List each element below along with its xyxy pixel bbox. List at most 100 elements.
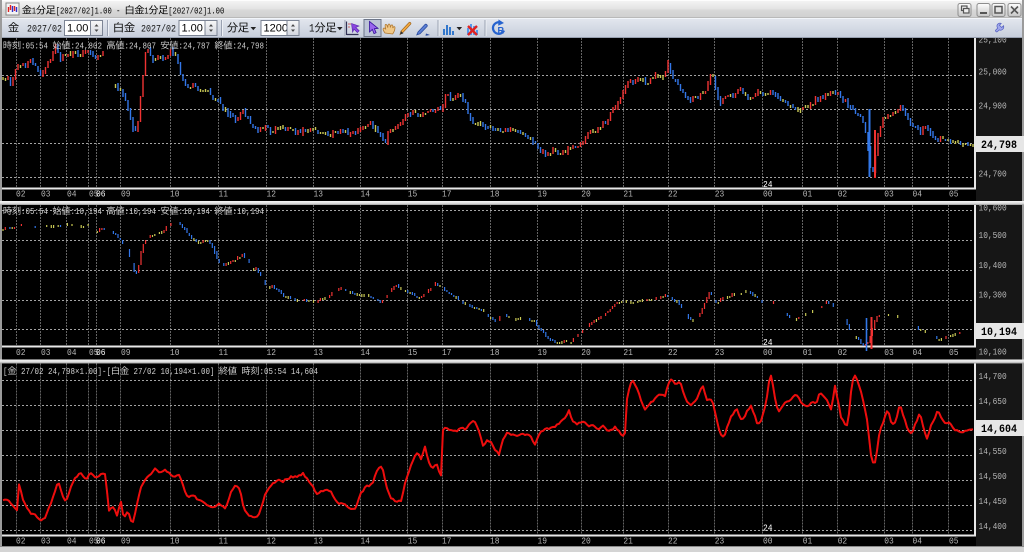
svg-text:17: 17 (442, 536, 452, 547)
svg-text::10,194: :10,194 (179, 207, 211, 217)
svg-text:24,798×1.00]-[: 24,798×1.00]-[ (48, 367, 111, 377)
svg-text:20: 20 (581, 536, 591, 547)
svg-text::10,194: :10,194 (233, 207, 265, 217)
svg-text:03: 03 (41, 347, 51, 358)
svg-text:14,400: 14,400 (979, 521, 1007, 532)
svg-text:03: 03 (884, 536, 894, 547)
svg-text:24,700: 24,700 (979, 168, 1007, 179)
svg-text:02: 02 (16, 536, 26, 547)
svg-text:09: 09 (121, 536, 131, 547)
svg-text:21: 21 (623, 189, 633, 200)
svg-text:23: 23 (715, 536, 725, 547)
svg-text:10: 10 (170, 536, 180, 547)
svg-text:09: 09 (121, 347, 131, 358)
svg-text:01: 01 (803, 536, 813, 547)
svg-text:14,650: 14,650 (979, 396, 1007, 407)
svg-text:10,194×1.00]: 10,194×1.00] (161, 367, 215, 377)
svg-text:19: 19 (538, 347, 548, 358)
svg-text:10,194: 10,194 (981, 327, 1017, 339)
svg-text:06: 06 (96, 347, 106, 358)
svg-text:[: [ (3, 367, 8, 377)
svg-text:04: 04 (913, 347, 923, 358)
svg-text:1: 1 (309, 24, 315, 36)
svg-text:03: 03 (884, 347, 894, 358)
svg-text:24: 24 (763, 523, 773, 534)
svg-text:00: 00 (763, 536, 773, 547)
svg-text:11: 11 (219, 189, 229, 200)
svg-text:03: 03 (41, 536, 51, 547)
svg-text:24,798: 24,798 (981, 140, 1017, 152)
svg-text::10,194: :10,194 (125, 207, 157, 217)
svg-text:02: 02 (838, 189, 848, 200)
svg-text:03: 03 (884, 189, 894, 200)
svg-text:02: 02 (838, 347, 848, 358)
svg-text:17: 17 (442, 189, 452, 200)
svg-text::10,194: :10,194 (71, 207, 103, 217)
svg-text:04: 04 (913, 189, 923, 200)
svg-text:23: 23 (715, 347, 725, 358)
svg-text:10,100: 10,100 (979, 346, 1007, 357)
svg-text:22: 22 (668, 189, 678, 200)
svg-text:1.00: 1.00 (182, 23, 203, 35)
svg-text:05: 05 (949, 347, 959, 358)
svg-text::24,787: :24,787 (179, 42, 211, 52)
svg-text:12: 12 (267, 536, 277, 547)
svg-text:01: 01 (803, 189, 813, 200)
svg-text:10,300: 10,300 (979, 290, 1007, 301)
svg-text:03: 03 (41, 189, 51, 200)
svg-text:15: 15 (408, 189, 418, 200)
svg-text::24,802: :24,802 (71, 42, 103, 52)
svg-text::24,798: :24,798 (233, 42, 265, 52)
svg-text:10,500: 10,500 (979, 230, 1007, 241)
svg-text:24: 24 (763, 337, 773, 348)
svg-text:21: 21 (623, 536, 633, 547)
svg-text:10,600: 10,600 (979, 203, 1007, 214)
svg-text:24: 24 (763, 179, 773, 190)
svg-text:12: 12 (267, 189, 277, 200)
svg-text:04: 04 (67, 536, 77, 547)
svg-text:11: 11 (219, 536, 229, 547)
svg-text:11: 11 (219, 347, 229, 358)
svg-text:13: 13 (314, 347, 324, 358)
svg-text::05:54: :05:54 (21, 207, 48, 217)
svg-text:13: 13 (314, 536, 324, 547)
svg-text:27/02: 27/02 (21, 367, 44, 377)
svg-text:02: 02 (16, 189, 26, 200)
svg-text::05:54: :05:54 (21, 42, 48, 52)
svg-text:02: 02 (838, 536, 848, 547)
svg-text:18: 18 (490, 189, 500, 200)
svg-text:14,604: 14,604 (291, 367, 318, 377)
svg-text:04: 04 (913, 536, 923, 547)
svg-text:20: 20 (581, 189, 591, 200)
svg-text:22: 22 (668, 347, 678, 358)
svg-text:2027/02: 2027/02 (27, 24, 62, 35)
svg-text:22: 22 (668, 536, 678, 547)
svg-text:12: 12 (267, 347, 277, 358)
svg-text:06: 06 (96, 536, 106, 547)
svg-text:1: 1 (144, 6, 148, 17)
svg-text:21: 21 (623, 347, 633, 358)
svg-text::05:54: :05:54 (260, 367, 287, 377)
svg-text:17: 17 (442, 347, 452, 358)
svg-text:00: 00 (763, 347, 773, 358)
svg-text:27/02: 27/02 (134, 367, 157, 377)
svg-text:R: R (498, 26, 505, 36)
svg-text:18: 18 (490, 347, 500, 358)
svg-text:14,500: 14,500 (979, 471, 1007, 482)
svg-text:18: 18 (490, 536, 500, 547)
svg-text:14,550: 14,550 (979, 446, 1007, 457)
svg-text:1200: 1200 (264, 23, 288, 35)
svg-text:2027/02: 2027/02 (141, 24, 176, 35)
svg-text:-: - (116, 6, 120, 17)
svg-text:15: 15 (408, 347, 418, 358)
svg-text:10,400: 10,400 (979, 260, 1007, 271)
svg-text:20: 20 (581, 347, 591, 358)
svg-text:05: 05 (949, 189, 959, 200)
svg-text:25,000: 25,000 (979, 66, 1007, 77)
svg-text:00: 00 (763, 189, 773, 200)
svg-text:14: 14 (361, 536, 371, 547)
svg-text::24,807: :24,807 (125, 42, 157, 52)
svg-text:14: 14 (361, 347, 371, 358)
svg-text:05: 05 (949, 536, 959, 547)
svg-text:14: 14 (361, 189, 371, 200)
